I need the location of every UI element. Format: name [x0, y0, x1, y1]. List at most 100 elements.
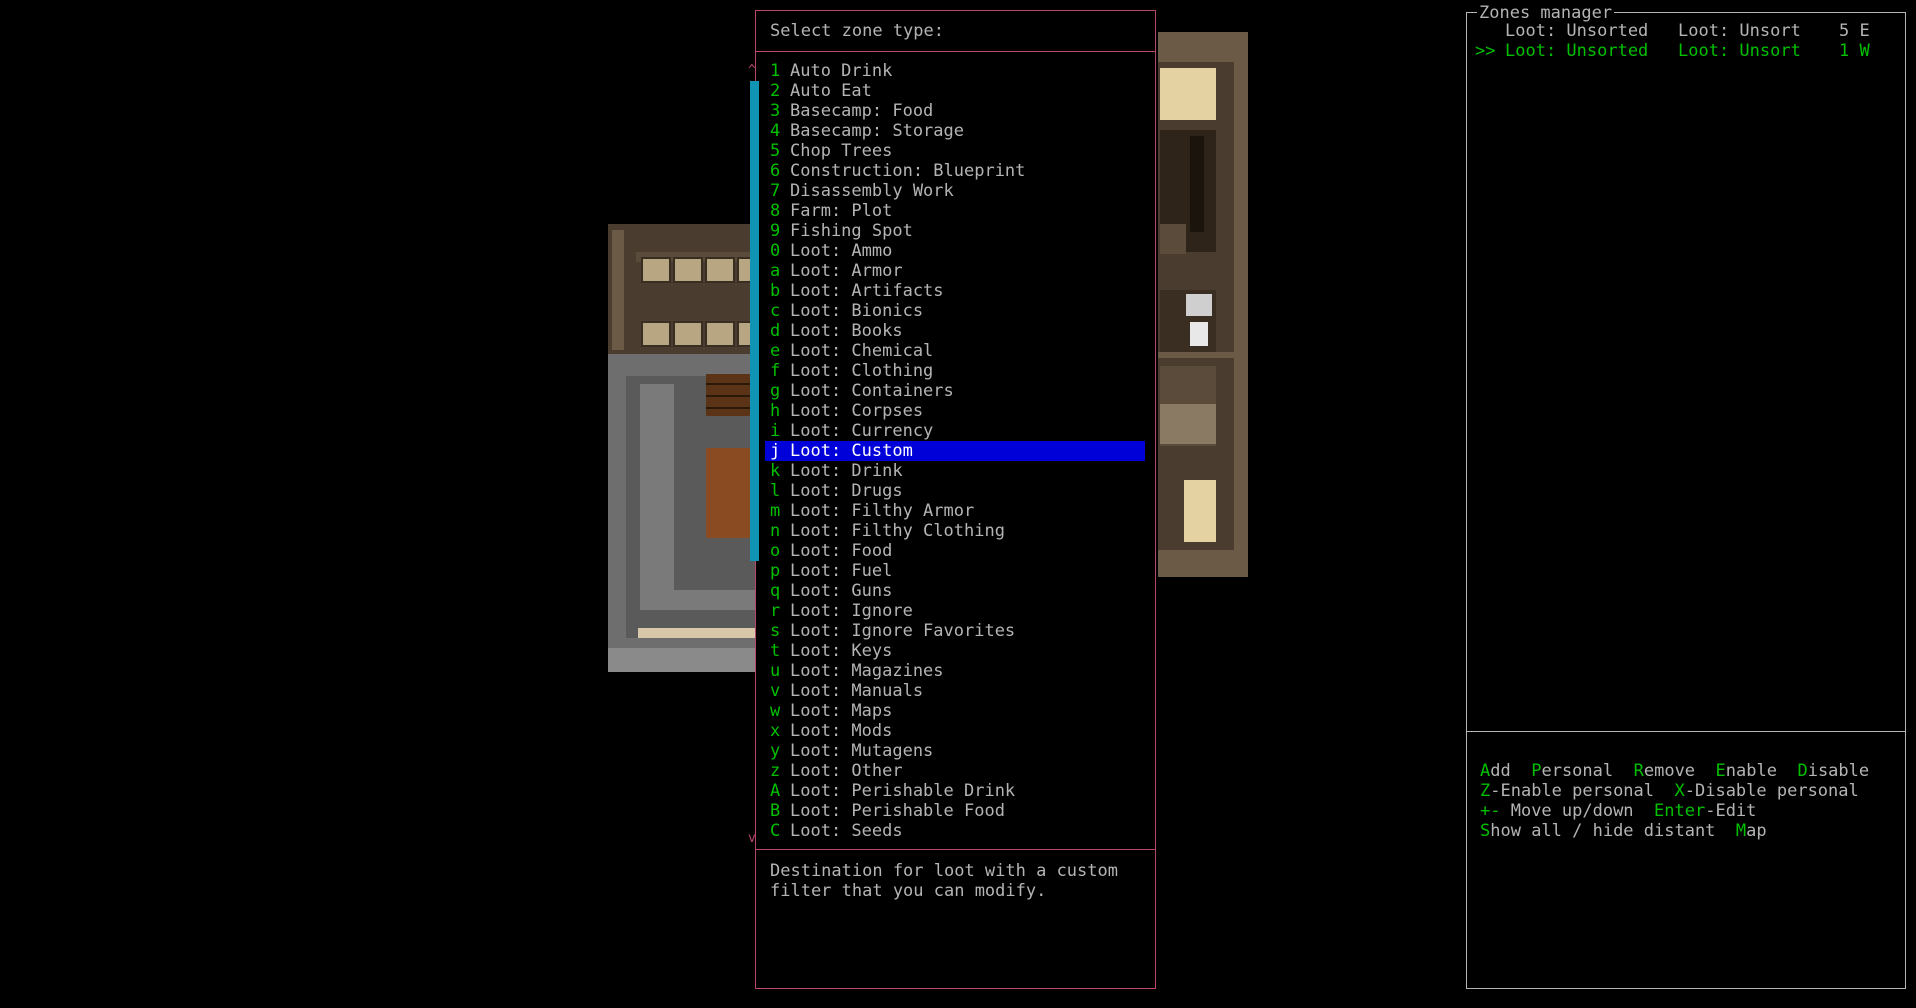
option-label: Auto Drink — [790, 61, 893, 81]
help-line-1: Add Personal Remove Enable Disable — [1480, 761, 1869, 781]
option-hotkey: 3 — [770, 101, 781, 121]
zone-type-option[interactable]: g Loot: Containers — [765, 381, 1145, 401]
zone-type-option[interactable]: 4 Basecamp: Storage — [765, 121, 1145, 141]
option-label: Loot: Perishable Food — [790, 801, 1005, 821]
zone-type-option[interactable]: 2 Auto Eat — [765, 81, 1145, 101]
option-hotkey: c — [770, 301, 781, 321]
option-label: Loot: Mods — [790, 721, 893, 741]
hotkey-add[interactable]: Add — [1480, 761, 1511, 781]
option-label: Chop Trees — [790, 141, 893, 161]
zone-type-option[interactable]: h Loot: Corpses — [765, 401, 1145, 421]
zone-name: Loot: Unsorted — [1505, 41, 1649, 61]
zone-type-option-selected[interactable]: j Loot: Custom — [765, 441, 1145, 461]
zone-type-option[interactable]: x Loot: Mods — [765, 721, 1145, 741]
zone-type-option[interactable]: 7 Disassembly Work — [765, 181, 1145, 201]
zone-type-option[interactable]: b Loot: Artifacts — [765, 281, 1145, 301]
option-label: Farm: Plot — [790, 201, 893, 221]
zone-type-option[interactable]: 0 Loot: Ammo — [765, 241, 1145, 261]
option-label: Loot: Drugs — [790, 481, 903, 501]
option-hotkey: 9 — [770, 221, 781, 241]
scroll-up-indicator[interactable]: ^ — [748, 61, 756, 81]
zone-type-option[interactable]: u Loot: Magazines — [765, 661, 1145, 681]
hotkey-personal[interactable]: Personal — [1531, 761, 1613, 781]
option-hotkey: r — [770, 601, 781, 621]
option-label: Loot: Mutagens — [790, 741, 934, 761]
zone-type-option[interactable]: k Loot: Drink — [765, 461, 1145, 481]
scroll-down-indicator[interactable]: v — [748, 829, 756, 849]
hotkey-disable[interactable]: Disable — [1797, 761, 1869, 781]
zone-type-option[interactable]: 8 Farm: Plot — [765, 201, 1145, 221]
option-label: Disassembly Work — [790, 181, 954, 201]
zone-type-option[interactable]: q Loot: Guns — [765, 581, 1145, 601]
hotkey-disable-personal[interactable]: X-Disable personal — [1675, 781, 1859, 801]
zone-row-selected[interactable]: >> Loot: Unsorted Loot: Unsort 1 W — [1475, 41, 1870, 161]
zone-type-option[interactable]: 1 Auto Drink — [765, 61, 1145, 81]
option-hotkey: u — [770, 661, 781, 681]
hotkey-show-all[interactable]: Show all / hide distant — [1480, 821, 1715, 841]
zone-type-option[interactable]: i Loot: Currency — [765, 421, 1145, 441]
zone-type-option[interactable]: 5 Chop Trees — [765, 141, 1145, 161]
option-hotkey: g — [770, 381, 781, 401]
help-line-3: +- Move up/down Enter-Edit — [1480, 801, 1756, 821]
hotkey-enable-personal[interactable]: Z-Enable personal — [1480, 781, 1654, 801]
zone-type-option[interactable]: y Loot: Mutagens — [765, 741, 1145, 761]
zone-type-option[interactable]: o Loot: Food — [765, 541, 1145, 561]
zone-type-option[interactable]: s Loot: Ignore Favorites — [765, 621, 1145, 641]
zone-type-option[interactable]: z Loot: Other — [765, 761, 1145, 781]
option-hotkey: 2 — [770, 81, 781, 101]
option-hotkey: v — [770, 681, 781, 701]
option-hotkey: 7 — [770, 181, 781, 201]
hotkey-enable[interactable]: Enable — [1716, 761, 1777, 781]
option-label: Loot: Manuals — [790, 681, 924, 701]
zone-type-option[interactable]: c Loot: Bionics — [765, 301, 1145, 321]
hotkey-edit[interactable]: Enter-Edit — [1654, 801, 1756, 821]
zone-type-option[interactable]: r Loot: Ignore — [765, 601, 1145, 621]
zone-type-option[interactable]: v Loot: Manuals — [765, 681, 1145, 701]
option-hotkey: e — [770, 341, 781, 361]
option-label: Loot: Ignore Favorites — [790, 621, 1016, 641]
option-hotkey: z — [770, 761, 781, 781]
zone-type: Loot: Unsort — [1678, 41, 1801, 61]
zone-type-option[interactable]: p Loot: Fuel — [765, 561, 1145, 581]
option-hotkey: y — [770, 741, 781, 761]
option-label: Loot: Containers — [790, 381, 954, 401]
hotkey-move[interactable]: +- Move up/down — [1480, 801, 1634, 821]
option-label: Loot: Other — [790, 761, 903, 781]
zone-type-option[interactable]: m Loot: Filthy Armor — [765, 501, 1145, 521]
option-hotkey: 6 — [770, 161, 781, 181]
menu-scrollbar[interactable] — [750, 81, 759, 561]
help-line-4: Show all / hide distant Map — [1480, 821, 1767, 841]
zone-type-option[interactable]: l Loot: Drugs — [765, 481, 1145, 501]
hotkey-remove[interactable]: Remove — [1634, 761, 1695, 781]
zone-type-option[interactable]: w Loot: Maps — [765, 701, 1145, 721]
option-hotkey: A — [770, 781, 781, 801]
option-hotkey: l — [770, 481, 781, 501]
description-line: Destination for loot with a custom — [770, 861, 1118, 881]
menu-title: Select zone type: — [770, 21, 944, 41]
zone-type-option[interactable]: 6 Construction: Blueprint — [765, 161, 1145, 181]
option-label: Loot: Currency — [790, 421, 934, 441]
zone-type-option[interactable]: a Loot: Armor — [765, 261, 1145, 281]
option-hotkey: i — [770, 421, 781, 441]
option-label: Loot: Filthy Clothing — [790, 521, 1005, 541]
hotkey-map[interactable]: Map — [1736, 821, 1767, 841]
option-label: Loot: Chemical — [790, 341, 934, 361]
zone-type-option[interactable]: e Loot: Chemical — [765, 341, 1145, 361]
option-hotkey: 0 — [770, 241, 781, 261]
option-label: Loot: Fuel — [790, 561, 893, 581]
zone-type-option[interactable]: C Loot: Seeds — [765, 821, 1145, 841]
zone-type-option[interactable]: A Loot: Perishable Drink — [765, 781, 1145, 801]
zone-type-option[interactable]: d Loot: Books — [765, 321, 1145, 341]
option-label: Fishing Spot — [790, 221, 913, 241]
option-hotkey: s — [770, 621, 781, 641]
right-building — [1158, 32, 1248, 577]
zone-type-option[interactable]: f Loot: Clothing — [765, 361, 1145, 381]
option-label: Loot: Magazines — [790, 661, 944, 681]
zone-type-option[interactable]: B Loot: Perishable Food — [765, 801, 1145, 821]
option-label: Basecamp: Storage — [790, 121, 964, 141]
zone-type-option[interactable]: 9 Fishing Spot — [765, 221, 1145, 241]
option-label: Loot: Clothing — [790, 361, 934, 381]
zone-type-option[interactable]: n Loot: Filthy Clothing — [765, 521, 1145, 541]
zone-type-option[interactable]: 3 Basecamp: Food — [765, 101, 1145, 121]
zone-type-option[interactable]: t Loot: Keys — [765, 641, 1145, 661]
